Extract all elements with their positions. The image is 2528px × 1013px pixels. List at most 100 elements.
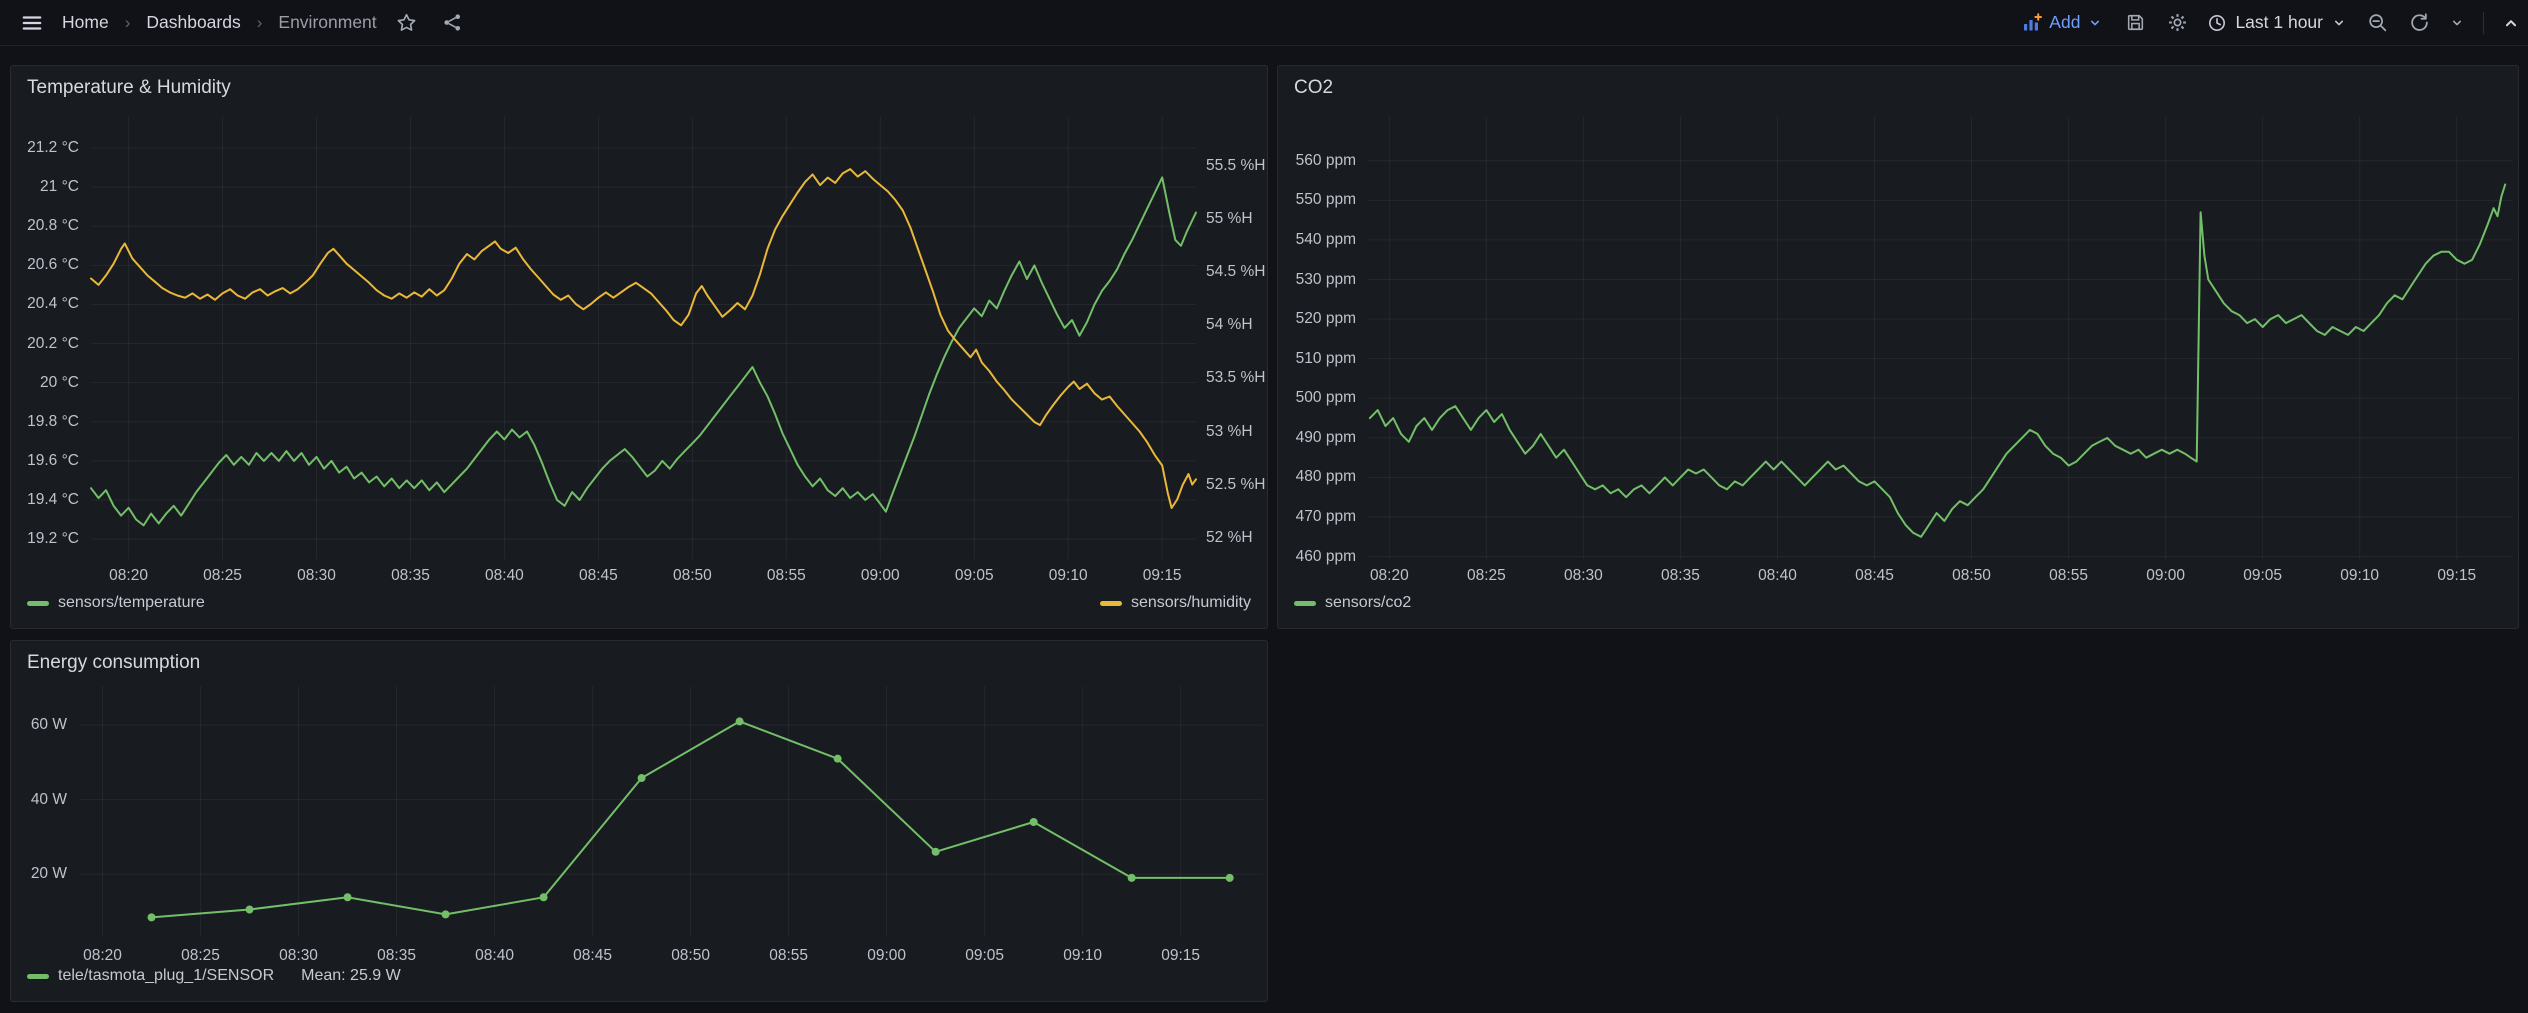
y-axis-tick-label: 19.2 °C bbox=[27, 530, 79, 548]
chevron-down-icon bbox=[2087, 15, 2103, 31]
y-axis-tick-label: 20 W bbox=[31, 865, 67, 883]
x-axis-tick-label: 08:40 bbox=[1737, 567, 1817, 585]
x-axis-tick-label: 08:50 bbox=[1932, 567, 2012, 585]
legend-item-sensors/co2[interactable]: sensors/co2 bbox=[1294, 594, 1411, 612]
series-point bbox=[932, 848, 940, 856]
menu-icon[interactable] bbox=[16, 7, 48, 39]
share-icon[interactable] bbox=[437, 7, 469, 39]
series-point bbox=[1030, 818, 1038, 826]
x-axis-tick-label: 09:15 bbox=[1141, 947, 1221, 965]
x-axis-tick-label: 08:55 bbox=[749, 947, 829, 965]
series-point bbox=[148, 913, 156, 921]
series-point bbox=[1128, 874, 1136, 882]
legend-series-marker bbox=[1100, 601, 1122, 606]
y-axis-tick-label: 19.8 °C bbox=[27, 413, 79, 431]
breadcrumb-home[interactable]: Home bbox=[62, 12, 109, 33]
breadcrumb-dashboards[interactable]: Dashboards bbox=[146, 12, 240, 33]
y-axis-tick-label: 460 ppm bbox=[1296, 548, 1356, 566]
series-point bbox=[736, 717, 744, 725]
legend-series-name: sensors/humidity bbox=[1131, 594, 1251, 612]
caret-up-icon[interactable] bbox=[2498, 7, 2524, 39]
legend-item-sensors/temperature[interactable]: sensors/temperature bbox=[27, 594, 205, 612]
x-axis-tick-label: 09:00 bbox=[847, 947, 927, 965]
panel-co2: CO2 560 ppm550 ppm540 ppm530 ppm520 ppm5… bbox=[1277, 65, 2519, 629]
chart-plot-area[interactable] bbox=[11, 66, 1269, 630]
star-icon[interactable] bbox=[391, 7, 423, 39]
y-axis-tick-label: 520 ppm bbox=[1296, 310, 1356, 328]
x-axis-tick-label: 08:50 bbox=[651, 947, 731, 965]
x-axis-tick-label: 08:20 bbox=[63, 947, 143, 965]
save-icon[interactable] bbox=[2119, 7, 2151, 39]
x-axis-tick-label: 08:45 bbox=[1835, 567, 1915, 585]
legend: sensors/co2 bbox=[1294, 594, 2502, 612]
series-point bbox=[344, 893, 352, 901]
breadcrumb-current-environment: Environment bbox=[278, 12, 376, 33]
y-axis-tick-label: 490 ppm bbox=[1296, 429, 1356, 447]
legend-series-marker bbox=[27, 601, 49, 606]
x-axis-tick-label: 08:30 bbox=[1543, 567, 1623, 585]
x-axis-tick-label: 08:20 bbox=[89, 567, 169, 585]
co2-chart: 560 ppm550 ppm540 ppm530 ppm520 ppm510 p… bbox=[1278, 66, 2518, 628]
legend-series-name: sensors/temperature bbox=[58, 594, 205, 612]
y-axis-tick-label: 21.2 °C bbox=[27, 139, 79, 157]
y-axis-tick-label: 510 ppm bbox=[1296, 350, 1356, 368]
legend-series-name: tele/tasmota_plug_1/SENSOR bbox=[58, 967, 274, 985]
series-point bbox=[540, 893, 548, 901]
series-line-sensors/co2 bbox=[1370, 185, 2505, 537]
x-axis-tick-label: 08:40 bbox=[464, 567, 544, 585]
energy-consumption-chart: 60 W40 W20 W08:2008:2508:3008:3508:4008:… bbox=[11, 641, 1267, 1001]
series-point bbox=[246, 906, 254, 914]
temperature-humidity-chart: 21.2 °C21 °C20.8 °C20.6 °C20.4 °C20.2 °C… bbox=[11, 66, 1267, 628]
x-axis-tick-label: 08:30 bbox=[277, 567, 357, 585]
zoom-out-icon[interactable] bbox=[2361, 7, 2393, 39]
y-axis-tick-label: 20 °C bbox=[40, 374, 79, 392]
x-axis-tick-label: 08:50 bbox=[652, 567, 732, 585]
series-point bbox=[1226, 874, 1234, 882]
right-y-axis-tick-label: 52.5 %H bbox=[1206, 476, 1265, 494]
x-axis-tick-label: 09:10 bbox=[1043, 947, 1123, 965]
series-point bbox=[442, 910, 450, 918]
refresh-icon[interactable] bbox=[2403, 7, 2435, 39]
right-y-axis-tick-label: 55.5 %H bbox=[1206, 157, 1265, 175]
panel-energy-consumption: Energy consumption 60 W40 W20 W08:2008:2… bbox=[10, 640, 1268, 1002]
settings-icon[interactable] bbox=[2161, 7, 2193, 39]
x-axis-tick-label: 08:25 bbox=[161, 947, 241, 965]
right-y-axis-tick-label: 55 %H bbox=[1206, 210, 1253, 228]
y-axis-tick-label: 40 W bbox=[31, 791, 67, 809]
legend-series-marker bbox=[27, 974, 49, 979]
add-button-label: Add bbox=[2049, 12, 2080, 33]
x-axis-tick-label: 09:05 bbox=[934, 567, 1014, 585]
chart-plot-area[interactable] bbox=[1278, 66, 2520, 630]
x-axis-tick-label: 09:10 bbox=[2320, 567, 2400, 585]
y-axis-tick-label: 20.4 °C bbox=[27, 295, 79, 313]
legend: sensors/temperature sensors/humidity bbox=[27, 594, 1251, 612]
add-button[interactable]: Add bbox=[2016, 12, 2109, 33]
y-axis-tick-label: 19.4 °C bbox=[27, 491, 79, 509]
x-axis-tick-label: 09:10 bbox=[1028, 567, 1108, 585]
legend-item-sensors/humidity[interactable]: sensors/humidity bbox=[1100, 594, 1251, 612]
time-range-label: Last 1 hour bbox=[2235, 12, 2323, 33]
legend-series-name: sensors/co2 bbox=[1325, 594, 1411, 612]
clock-icon bbox=[2207, 13, 2227, 33]
chevron-down-icon bbox=[2331, 15, 2347, 31]
breadcrumb-separator: › bbox=[255, 13, 265, 33]
y-axis-tick-label: 20.2 °C bbox=[27, 335, 79, 353]
right-y-axis-tick-label: 53 %H bbox=[1206, 423, 1253, 441]
y-axis-tick-label: 470 ppm bbox=[1296, 508, 1356, 526]
breadcrumb-separator: › bbox=[123, 13, 133, 33]
series-point bbox=[834, 755, 842, 763]
legend-item-tele/tasmota_plug_1/SENSOR[interactable]: tele/tasmota_plug_1/SENSORMean: 25.9 W bbox=[27, 967, 401, 985]
bar-chart-plus-icon bbox=[2022, 13, 2042, 33]
refresh-interval-chevron-icon[interactable] bbox=[2445, 7, 2469, 39]
y-axis-tick-label: 19.6 °C bbox=[27, 452, 79, 470]
series-line-sensors/temperature bbox=[91, 177, 1196, 525]
series-line-sensors/humidity bbox=[91, 169, 1196, 508]
time-range-picker[interactable]: Last 1 hour bbox=[2203, 12, 2351, 33]
x-axis-tick-label: 09:05 bbox=[2223, 567, 2303, 585]
y-axis-tick-label: 480 ppm bbox=[1296, 468, 1356, 486]
x-axis-tick-label: 08:45 bbox=[558, 567, 638, 585]
x-axis-tick-label: 08:25 bbox=[183, 567, 263, 585]
nav-left-cluster: Home › Dashboards › Environment bbox=[0, 7, 469, 39]
x-axis-tick-label: 08:35 bbox=[357, 947, 437, 965]
right-y-axis-tick-label: 54 %H bbox=[1206, 316, 1253, 334]
